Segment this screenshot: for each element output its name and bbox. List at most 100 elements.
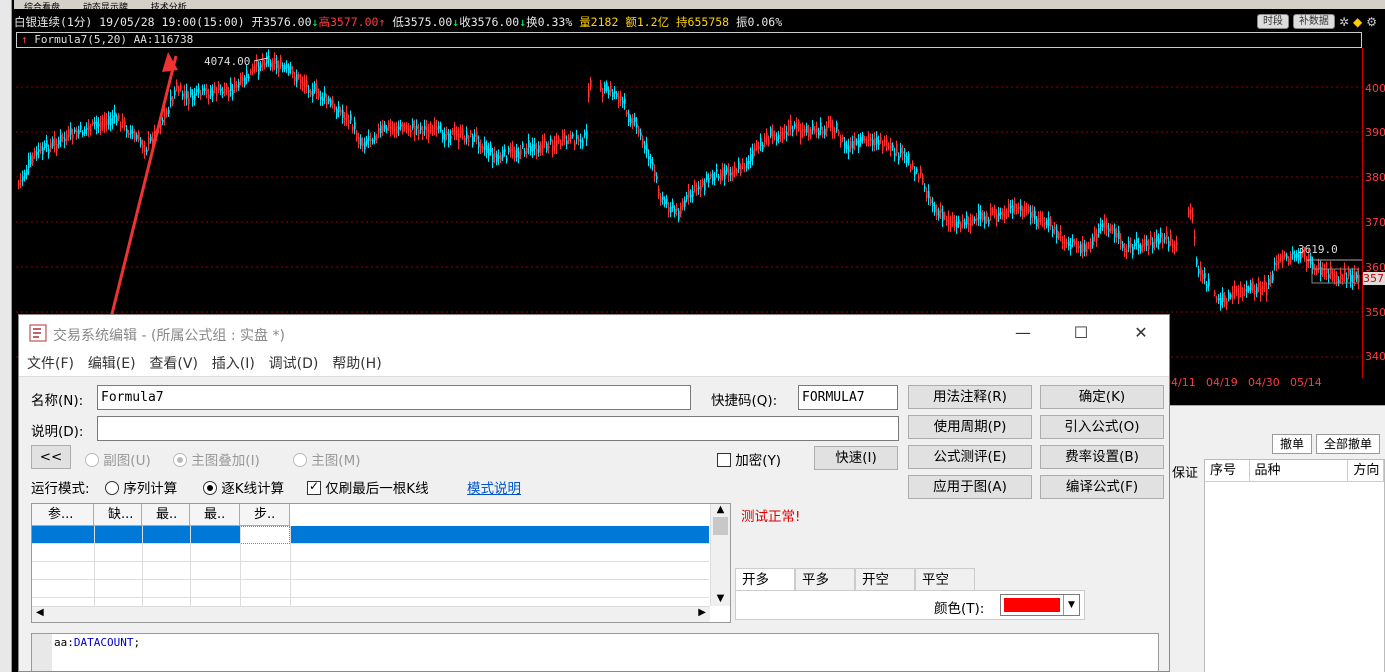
param-row[interactable] [32, 580, 709, 598]
tab-open-short[interactable]: 开空 [855, 568, 915, 590]
candle-body [1354, 271, 1356, 280]
collapse-button[interactable]: << [31, 445, 71, 469]
param-row[interactable] [32, 562, 709, 580]
candle-body [1136, 238, 1138, 244]
tab-dynamic-board[interactable]: 动态显示牌 [73, 0, 138, 9]
mode-sequence-radio[interactable]: 序列计算 [105, 477, 177, 497]
candle-body [482, 146, 484, 150]
candle-body [262, 59, 264, 66]
candle-body [806, 125, 808, 133]
radio-main-overlay[interactable]: 主图叠加(I) [173, 449, 260, 469]
candle-body [956, 221, 958, 228]
candle-body [392, 123, 394, 132]
candle-body [984, 216, 986, 224]
scroll-left-icon[interactable]: ◀ [36, 607, 44, 618]
candle-body [44, 142, 46, 148]
usage-notes-button[interactable]: 用法注释(R) [908, 385, 1032, 409]
scroll-right-icon[interactable]: ▶ [698, 607, 706, 618]
candle-body [962, 220, 964, 223]
order-grid[interactable]: 序号 品种 方向 [1204, 459, 1385, 672]
scroll-down-icon[interactable]: ▼ [711, 593, 730, 604]
candle-body [1006, 210, 1008, 217]
shortcut-input[interactable]: FORMULA7 [798, 385, 898, 410]
compile-formula-button[interactable]: 编译公式(F) [1040, 475, 1164, 499]
menu-view[interactable]: 查看(V) [149, 351, 198, 377]
radio-sub-chart[interactable]: 副图(U) [85, 449, 151, 469]
param-col-min[interactable]: 最.. [142, 504, 190, 526]
formula-indicator-bar: ↑ Formula7(5,20) AA:116738 [16, 32, 1362, 48]
mode-help-link[interactable]: 模式说明 [467, 477, 521, 497]
candle-body [1122, 243, 1124, 248]
warning-icon[interactable]: ◆ [1353, 15, 1362, 29]
candle-body [1010, 205, 1012, 208]
candle-body [1054, 226, 1056, 230]
candle-body [926, 191, 928, 198]
refresh-last-checkbox[interactable]: ✓ 仅刷最后一根K线 [307, 477, 429, 497]
timeframe-button[interactable]: 时段 [1256, 14, 1289, 29]
ok-button[interactable]: 确定(K) [1040, 385, 1164, 409]
candle-body [1202, 273, 1204, 280]
name-input[interactable]: Formula7 [97, 385, 691, 410]
menu-debug[interactable]: 调试(D) [269, 351, 319, 377]
menu-file[interactable]: 文件(F) [27, 351, 74, 377]
cancel-order-button[interactable]: 撤单 [1272, 434, 1312, 454]
candle-body [144, 147, 146, 153]
menu-insert[interactable]: 插入(I) [212, 351, 255, 377]
import-formula-button[interactable]: 引入公式(O) [1040, 415, 1164, 439]
candle-body [210, 88, 212, 96]
candle-body [1080, 244, 1082, 254]
candle-body [966, 215, 968, 225]
param-row[interactable] [32, 544, 709, 562]
chevron-down-icon[interactable]: ▼ [1063, 595, 1079, 615]
active-cell[interactable] [240, 526, 290, 544]
menu-edit[interactable]: 编辑(E) [88, 351, 136, 377]
scroll-thumb[interactable] [713, 517, 728, 535]
maximize-icon[interactable]: ☐ [1071, 323, 1091, 343]
param-col-max[interactable]: 最.. [190, 504, 240, 526]
quick-button[interactable]: 快速(I) [814, 446, 898, 470]
param-row[interactable] [32, 526, 709, 544]
tab-close-short[interactable]: 平空 [915, 568, 975, 590]
vertical-scrollbar[interactable]: ▲ ▼ [710, 504, 730, 606]
code-line[interactable]: aa:DATACOUNT; [54, 636, 140, 649]
radio-main-chart[interactable]: 主图(M) [293, 449, 360, 469]
close-icon[interactable]: ✕ [1131, 323, 1151, 343]
mode-kline-radio[interactable]: 逐K线计算 [203, 477, 284, 497]
menu-help[interactable]: 帮助(H) [332, 351, 381, 377]
apply-to-chart-button[interactable]: 应用于图(A) [908, 475, 1032, 499]
scroll-up-icon[interactable]: ▲ [711, 504, 730, 515]
candle-body [248, 76, 250, 79]
hold-value: 持655758 [676, 15, 730, 29]
formula-code-editor[interactable]: aa:DATACOUNT; [31, 633, 1159, 671]
tab-close-long[interactable]: 平多 [795, 568, 855, 590]
candle-body [1034, 211, 1036, 220]
candle-body [460, 127, 462, 135]
description-input[interactable] [97, 416, 899, 441]
tab-technical-analysis[interactable]: 技术分析 [141, 0, 197, 9]
candle-body [28, 159, 30, 169]
fee-settings-button[interactable]: 费率设置(B) [1040, 445, 1164, 469]
settings-icon[interactable]: ⚙ [1366, 15, 1377, 29]
param-col-step[interactable]: 步.. [240, 504, 290, 526]
candle-body [644, 144, 646, 150]
gear-icon[interactable]: ✲ [1339, 15, 1349, 29]
cancel-all-orders-button[interactable]: 全部撤单 [1316, 434, 1380, 454]
formula-test-button[interactable]: 公式测评(E) [908, 445, 1032, 469]
candle-body [1282, 255, 1284, 263]
tab-overview[interactable]: 综合看盘 [14, 0, 70, 9]
candle-body [812, 123, 814, 131]
encrypt-checkbox[interactable]: 加密(Y) [717, 449, 781, 469]
minimize-icon[interactable]: — [1013, 323, 1033, 343]
candle-body [1074, 241, 1076, 244]
param-col-default[interactable]: 缺... [94, 504, 142, 526]
horizontal-scrollbar[interactable]: ◀ ▶ [32, 606, 710, 622]
color-select[interactable]: ▼ [1000, 594, 1080, 616]
parameter-grid[interactable]: 参... 缺... 最.. 最.. 步.. ▲ ▼ ◀ ▶ [31, 503, 731, 623]
usage-period-button[interactable]: 使用周期(P) [908, 415, 1032, 439]
param-col-name[interactable]: 参... [32, 504, 94, 526]
tab-open-long[interactable]: 开多 [735, 568, 795, 590]
supplement-data-button[interactable]: 补数据 [1292, 14, 1335, 29]
candle-body [1208, 278, 1210, 287]
candle-body [1334, 275, 1336, 279]
symbol-label: 白银连续(1分) [14, 15, 93, 29]
